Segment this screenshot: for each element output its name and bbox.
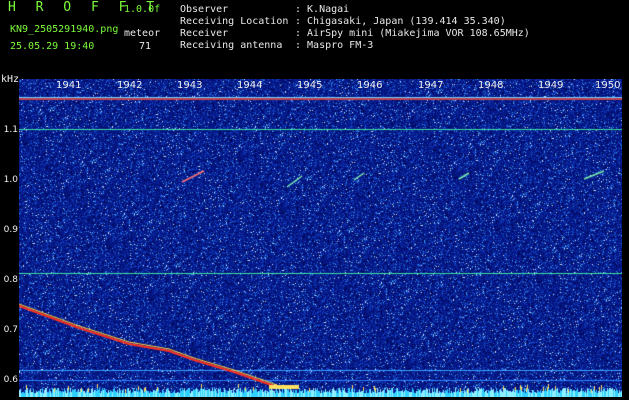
x-tick-label: 1942 bbox=[117, 80, 143, 91]
y-tick-label: 0.6 bbox=[3, 375, 18, 385]
info-key-observer: Observer bbox=[180, 4, 229, 15]
x-tick-label: 1945 bbox=[297, 80, 323, 91]
info-key-location: Receiving Location bbox=[180, 16, 289, 27]
header-panel: H R O F F T 1.0.0f KN9_2505291940.png 25… bbox=[0, 0, 629, 78]
image-filename: KN9_2505291940.png bbox=[10, 24, 119, 35]
x-tick-label: 1949 bbox=[538, 80, 564, 91]
info-key-receiver: Receiver bbox=[180, 28, 229, 39]
info-value-location: : Chigasaki, Japan (139.414 35.340) bbox=[295, 16, 506, 27]
meteor-count: 71 bbox=[139, 41, 152, 52]
y-axis-unit: kHz bbox=[1, 74, 20, 85]
y-tick-label: 0.9 bbox=[3, 225, 18, 235]
x-tick-label: 1944 bbox=[237, 80, 263, 91]
x-tick-label: 1948 bbox=[478, 80, 504, 91]
info-value-observer: : K.Nagai bbox=[295, 4, 350, 15]
y-tick-label: 1.0 bbox=[3, 175, 18, 185]
meteor-label: meteor bbox=[124, 28, 161, 39]
spectrogram-plot bbox=[19, 79, 622, 397]
info-value-receiver: : AirSpy mini (Miakejima VOR 108.65MHz) bbox=[295, 28, 530, 39]
x-tick-label: 1943 bbox=[177, 80, 203, 91]
info-value-antenna: : Maspro FM-3 bbox=[295, 40, 374, 51]
y-tick-label: 1.1 bbox=[3, 125, 18, 135]
x-tick-label: 1946 bbox=[357, 80, 383, 91]
spectrogram-canvas bbox=[19, 79, 622, 397]
capture-datetime: 25.05.29 19:40 bbox=[10, 41, 95, 52]
y-tick-label: 0.7 bbox=[3, 325, 18, 335]
app-version: 1.0.0f bbox=[124, 4, 161, 15]
info-key-antenna: Receiving antenna bbox=[180, 40, 283, 51]
y-tick-label: 0.8 bbox=[3, 275, 18, 285]
x-tick-label: 1950 bbox=[595, 80, 621, 91]
x-tick-label: 1947 bbox=[418, 80, 444, 91]
x-tick-label: 1941 bbox=[56, 80, 82, 91]
